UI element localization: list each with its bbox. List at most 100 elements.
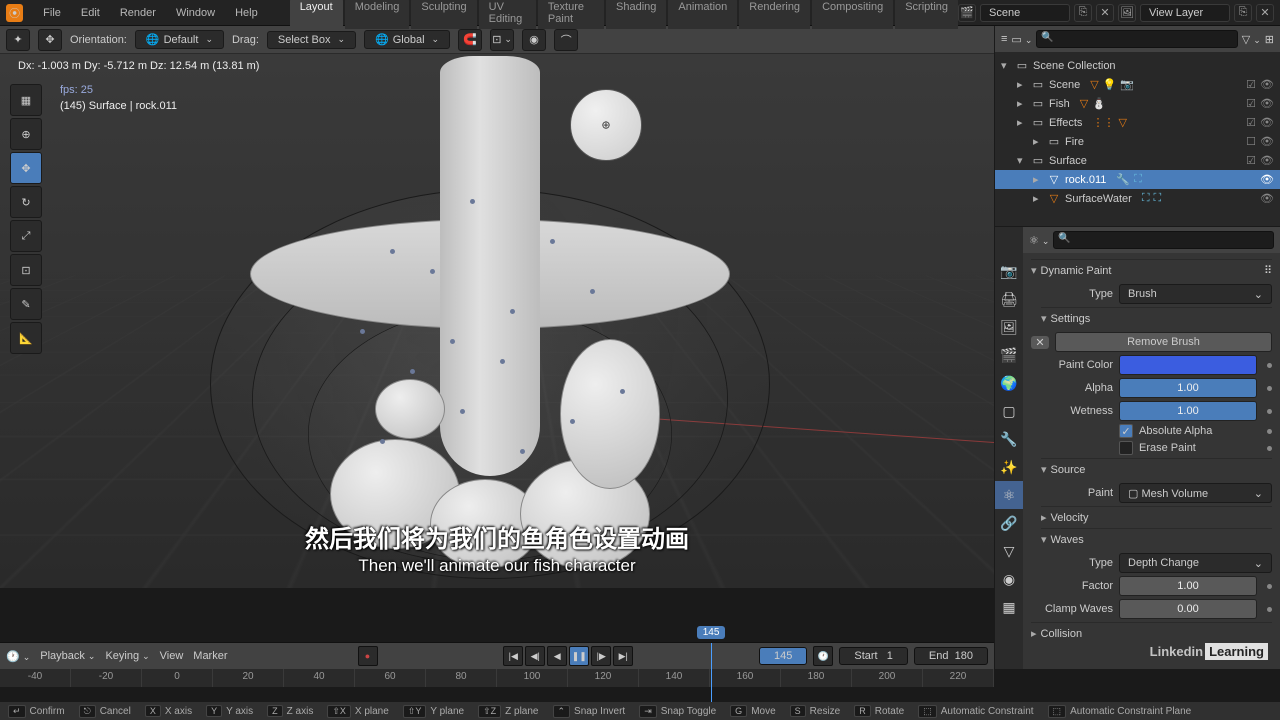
outliner-row-scene[interactable]: ▭ Scene ▽ 💡 📷 ☑👁 (995, 75, 1280, 94)
prop-tab-viewlayer[interactable]: 🖼 (995, 313, 1023, 341)
eye-icon[interactable]: 👁 (1260, 154, 1274, 167)
workspace-tab-texturepaint[interactable]: Texture Paint (538, 0, 604, 29)
outliner-row-fish[interactable]: ▭ Fish ▽ ⛄ ☑👁 (995, 94, 1280, 113)
workspace-tab-compositing[interactable]: Compositing (812, 0, 893, 29)
prop-tab-world[interactable]: 🌍 (995, 369, 1023, 397)
menu-edit[interactable]: Edit (71, 7, 110, 19)
animate-dot-icon[interactable] (1267, 409, 1272, 414)
current-frame-field[interactable]: 145 (759, 647, 807, 665)
new-viewlayer-icon[interactable]: ⎘ (1234, 4, 1252, 22)
exclude-checkbox[interactable]: ☑ (1246, 116, 1256, 129)
eye-icon[interactable]: 👁 (1260, 192, 1274, 205)
menu-render[interactable]: Render (110, 7, 166, 19)
outliner-search-input[interactable] (1036, 30, 1237, 48)
timeline-marker-menu[interactable]: Marker (193, 650, 227, 662)
outliner-filter-icon[interactable]: ▽ (1242, 33, 1261, 46)
prop-tab-modifier[interactable]: 🔧 (995, 425, 1023, 453)
panel-waves[interactable]: Waves (1041, 528, 1272, 550)
panel-settings[interactable]: Settings (1041, 307, 1272, 329)
tool-measure[interactable]: 📐 (10, 322, 42, 354)
tool-select-box[interactable]: ▦ (10, 84, 42, 116)
prop-tab-texture[interactable]: ▦ (995, 593, 1023, 621)
end-frame-field[interactable]: End 180 (914, 647, 988, 665)
properties-search-input[interactable] (1053, 231, 1274, 249)
timeline-ruler[interactable]: -40 -20 0 20 40 60 80 100 120 140 160 18… (0, 669, 994, 687)
delete-scene-icon[interactable]: ✕ (1096, 4, 1114, 22)
prop-pin-icon[interactable]: ⚛ (1029, 234, 1049, 247)
timeline-track[interactable]: 145 (0, 687, 994, 703)
prop-tab-physics[interactable]: ⚛ (995, 481, 1023, 509)
workspace-tab-shading[interactable]: Shading (606, 0, 666, 29)
workspace-tab-rendering[interactable]: Rendering (739, 0, 810, 29)
prop-tab-scene[interactable]: 🎬 (995, 341, 1023, 369)
eye-icon[interactable]: 👁 (1260, 97, 1274, 110)
prop-tab-object[interactable]: ▢ (995, 397, 1023, 425)
prop-tab-render[interactable]: 📷 (995, 257, 1023, 285)
factor-field[interactable]: 1.00 (1119, 576, 1257, 596)
tool-transform[interactable]: ⊡ (10, 254, 42, 286)
animate-dot-icon[interactable] (1267, 363, 1272, 368)
prop-tab-output[interactable]: 🖨 (995, 285, 1023, 313)
exclude-checkbox[interactable]: ☑ (1246, 97, 1256, 110)
menu-file[interactable]: File (33, 7, 71, 19)
eye-icon[interactable]: 👁 (1260, 135, 1274, 148)
exclude-checkbox[interactable]: ☑ (1246, 154, 1256, 167)
exclude-checkbox[interactable]: ☐ (1246, 135, 1256, 148)
alpha-slider[interactable]: 1.00 (1119, 378, 1257, 398)
playback-menu[interactable]: Playback (40, 650, 95, 662)
viewlayer-name-field[interactable]: View Layer (1140, 4, 1230, 22)
preview-range-icon[interactable]: 🕐 (813, 646, 833, 666)
paint-color-field[interactable] (1119, 355, 1257, 375)
animate-dot-icon[interactable] (1267, 607, 1272, 612)
timeline-view-menu[interactable]: View (160, 650, 184, 662)
transform-space-dropdown[interactable]: 🌐 Global (364, 30, 450, 49)
scene-browse-icon[interactable]: 🎬 (958, 4, 976, 22)
jump-end-icon[interactable]: ▶| (613, 646, 633, 666)
workspace-tab-animation[interactable]: Animation (668, 0, 737, 29)
waves-type-dropdown[interactable]: Depth Change⌄ (1119, 553, 1272, 573)
erase-paint-checkbox[interactable] (1119, 441, 1133, 455)
play-reverse-icon[interactable]: ◀ (547, 646, 567, 666)
outliner-new-collection-icon[interactable]: ⊞ (1265, 33, 1274, 46)
autokey-record-icon[interactable]: ● (358, 646, 378, 666)
animate-dot-icon[interactable] (1267, 429, 1272, 434)
wetness-slider[interactable]: 1.00 (1119, 401, 1257, 421)
panel-velocity[interactable]: Velocity (1041, 506, 1272, 528)
scene-collection-row[interactable]: ▭ Scene Collection (995, 56, 1280, 75)
viewlayer-browse-icon[interactable]: 🖼 (1118, 4, 1136, 22)
outliner-row-effects[interactable]: ▭ Effects ⋮⋮ ▽ ☑👁 (995, 113, 1280, 132)
cursor-tool-icon[interactable]: ✥ (38, 29, 62, 51)
tool-scale[interactable]: ⤢ (10, 220, 42, 252)
close-icon[interactable]: ✕ (1031, 336, 1049, 349)
workspace-tab-layout[interactable]: Layout (290, 0, 343, 29)
remove-brush-button[interactable]: Remove Brush (1055, 332, 1272, 352)
jump-start-icon[interactable]: |◀ (503, 646, 523, 666)
orientation-dropdown[interactable]: 🌐 Default (135, 30, 224, 49)
animate-dot-icon[interactable] (1267, 584, 1272, 589)
keying-menu[interactable]: Keying (105, 650, 149, 662)
workspace-tab-modeling[interactable]: Modeling (345, 0, 410, 29)
menu-window[interactable]: Window (166, 7, 225, 19)
exclude-checkbox[interactable]: ☑ (1246, 78, 1256, 91)
outliner-row-fire[interactable]: ▭ Fire ☐👁 (995, 132, 1280, 151)
new-scene-icon[interactable]: ⎘ (1074, 4, 1092, 22)
snap-icon[interactable]: 🧲 (458, 29, 482, 51)
start-frame-field[interactable]: Start 1 (839, 647, 908, 665)
tool-annotate[interactable]: ✎ (10, 288, 42, 320)
animate-dot-icon[interactable] (1267, 386, 1272, 391)
snap-target-dropdown[interactable]: ⊡ (490, 29, 514, 51)
workspace-tab-sculpting[interactable]: Sculpting (411, 0, 476, 29)
outliner-row-surface[interactable]: ▭ Surface ☑👁 (995, 151, 1280, 170)
proportional-falloff-icon[interactable]: ⌒ (554, 29, 578, 51)
drag-dropdown[interactable]: Select Box (267, 31, 356, 49)
playhead[interactable]: 145 (711, 643, 712, 702)
outliner-row-rock011[interactable]: ▽ rock.011 🔧 ⛶ 👁 (995, 170, 1280, 189)
pause-icon[interactable]: ❚❚ (569, 646, 589, 666)
animate-dot-icon[interactable] (1267, 446, 1272, 451)
outliner-row-surfacewater[interactable]: ▽ SurfaceWater ⛶ ⛶ 👁 (995, 189, 1280, 208)
keyframe-prev-icon[interactable]: ◀| (525, 646, 545, 666)
menu-help[interactable]: Help (225, 7, 268, 19)
eye-icon[interactable]: 👁 (1260, 78, 1274, 91)
editor-type-icon[interactable]: ✦ (6, 29, 30, 51)
panel-collision[interactable]: Collision (1031, 622, 1272, 644)
